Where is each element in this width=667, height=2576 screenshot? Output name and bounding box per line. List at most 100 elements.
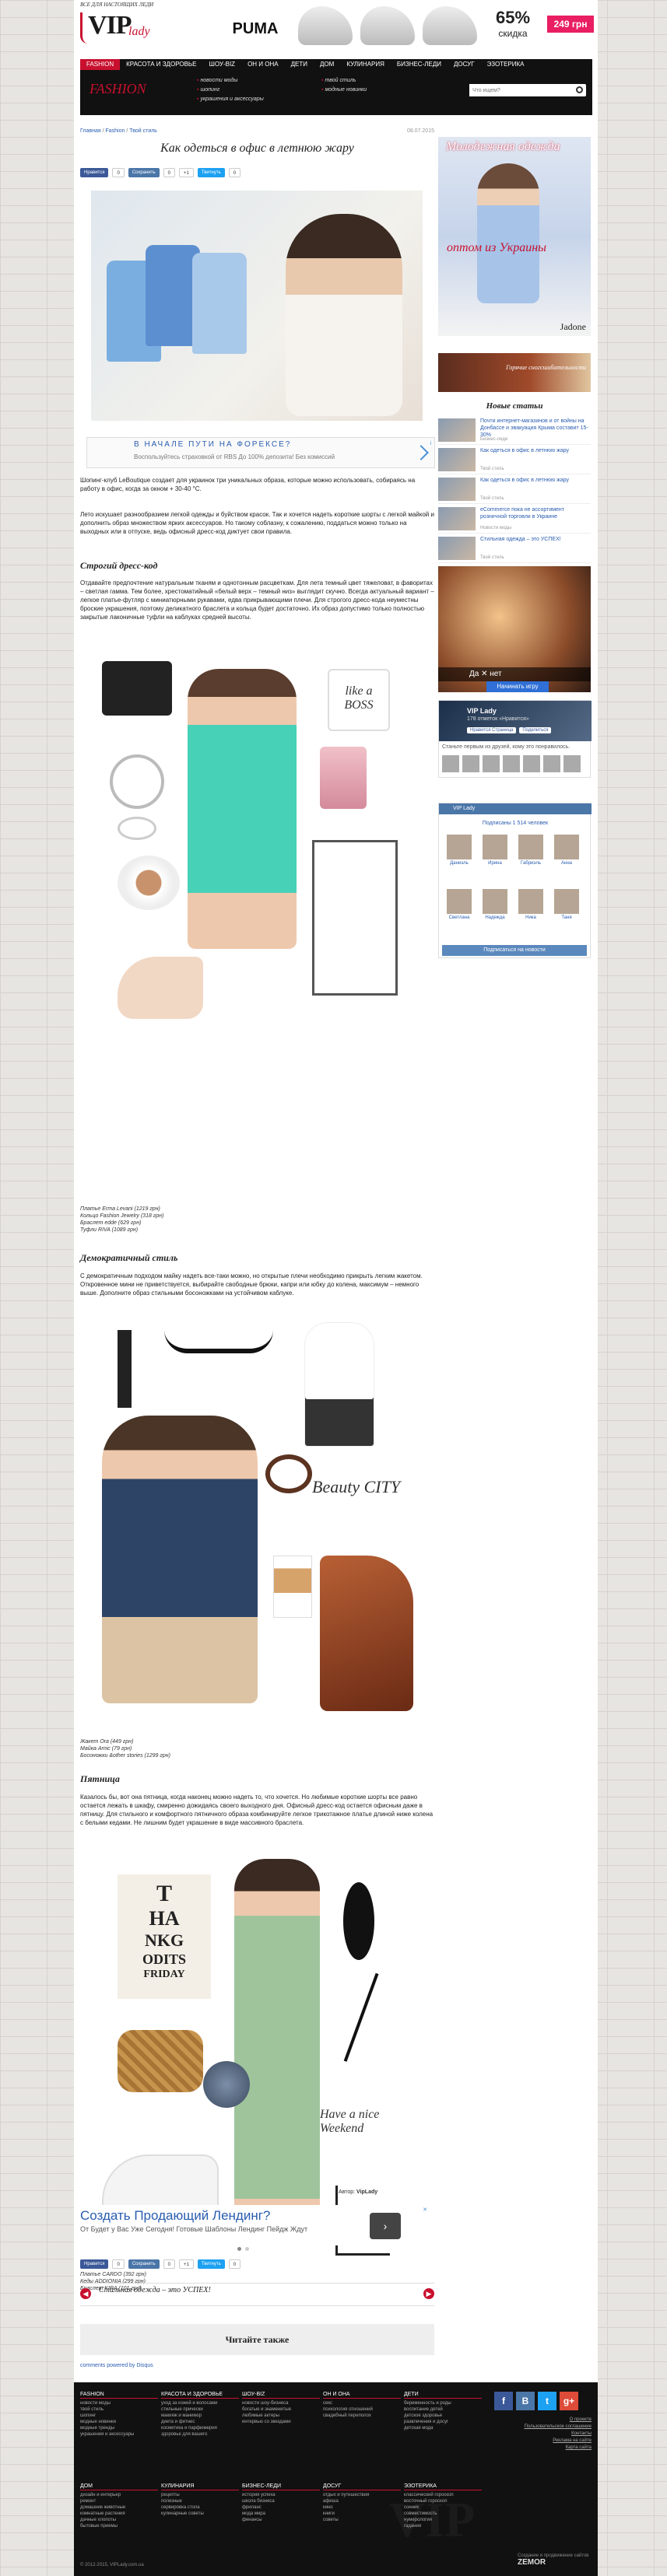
nav-item[interactable]: КРАСОТА И ЗДОРОВЬЕ — [120, 59, 202, 70]
vk-member-name[interactable]: Даниэль — [444, 861, 475, 866]
news-thumbnail[interactable] — [438, 478, 476, 501]
footer-link[interactable]: мода мира — [242, 2511, 320, 2517]
vk-member-name[interactable]: Таня — [551, 915, 582, 920]
footer-link[interactable]: секс — [323, 2400, 401, 2406]
vk-member-name[interactable]: Анна — [551, 861, 582, 866]
nav-item[interactable]: ДОМ — [314, 59, 340, 70]
vk-member-avatar[interactable] — [518, 889, 543, 914]
avatar[interactable] — [442, 755, 459, 772]
news-item[interactable]: Как одеться в офис в летнюю жару Твой сти… — [438, 446, 591, 474]
footer-link[interactable]: богатые и знаменитые — [242, 2406, 320, 2413]
vk-subscribe-button[interactable]: Подписаться на новости — [442, 945, 587, 956]
vk-member-avatar[interactable] — [518, 835, 543, 859]
breadcrumb-home[interactable]: Главная — [80, 128, 101, 134]
footer-link[interactable]: новости моды — [80, 2400, 158, 2406]
news-title[interactable]: Как одеться в офис в летнюю жару — [480, 447, 591, 454]
footer-link[interactable]: шопинг — [80, 2413, 158, 2419]
footer-link[interactable]: детская мода — [404, 2425, 482, 2431]
footer-heading[interactable]: ЭЗОТЕРИКА — [404, 2483, 482, 2490]
facebook-icon[interactable]: f — [494, 2392, 513, 2410]
footer-link[interactable]: здоровье для вашего — [161, 2431, 239, 2438]
footer-link[interactable]: советы — [323, 2517, 401, 2523]
footer-link[interactable]: рецепты — [161, 2492, 239, 2498]
fb-share-button[interactable]: Поделиться — [519, 727, 552, 733]
wholesale-ad[interactable]: Молодежная одежда оптом из Украины Jadon… — [438, 137, 591, 336]
footer-heading[interactable]: ШОУ-BIZ — [242, 2392, 320, 2399]
vk-member-avatar[interactable] — [483, 889, 507, 914]
gplus-icon[interactable]: g+ — [560, 2392, 578, 2410]
breadcrumb-sub[interactable]: Твой стиль — [129, 128, 157, 134]
news-thumbnail[interactable] — [438, 507, 476, 530]
nav-item[interactable]: ЭЗОТЕРИКА — [481, 59, 531, 70]
pager-dot[interactable] — [237, 2247, 241, 2251]
footer-link[interactable]: развлечения и досуг — [404, 2419, 482, 2425]
vk-share-button[interactable]: Сохранить — [128, 168, 160, 177]
footer-link[interactable]: отдых и путешествия — [323, 2492, 401, 2498]
avatar[interactable] — [483, 755, 500, 772]
nav-item[interactable]: БИЗНЕС-ЛЕДИ — [391, 59, 448, 70]
news-title[interactable]: Как одеться в офис в летнюю жару — [480, 477, 591, 484]
vk-member-avatar[interactable] — [554, 835, 579, 859]
footer-link[interactable]: новости шоу-бизнеса — [242, 2400, 320, 2406]
footer-link[interactable]: стильные прически — [161, 2406, 239, 2413]
twitter-icon[interactable]: t — [538, 2392, 556, 2410]
footer-link[interactable]: восточный гороскоп — [404, 2498, 482, 2504]
search-input[interactable] — [469, 84, 570, 96]
footer-link[interactable]: диета и фитнес — [161, 2419, 239, 2425]
footer-link[interactable]: дизайн и интерьер — [80, 2492, 158, 2498]
footer-link[interactable]: беременность и роды — [404, 2400, 482, 2406]
nav-item[interactable]: ОН И ОНА — [241, 59, 285, 70]
developer-credit[interactable]: Создание и продвижение сайтов ZEMOR — [518, 2553, 598, 2567]
footer-link[interactable]: школа бизнеса — [242, 2498, 320, 2504]
footer-link[interactable]: фриланс — [242, 2504, 320, 2511]
fb-like-button[interactable]: Нравится — [80, 2259, 109, 2269]
arrow-left-icon[interactable]: ◀ — [80, 2288, 91, 2299]
fb-like-button[interactable]: Нравится — [80, 168, 109, 177]
avatar[interactable] — [543, 755, 560, 772]
footer-link[interactable]: Реклама на сайте — [494, 2438, 592, 2445]
vk-member-name[interactable]: Ирина — [479, 861, 511, 866]
footer-link[interactable]: ремонт — [80, 2498, 158, 2504]
vk-share-button[interactable]: Сохранить — [128, 2259, 160, 2269]
footer-link[interactable]: макияж и маникюр — [161, 2413, 239, 2419]
vk-member-name[interactable]: Надежда — [479, 915, 511, 920]
pager-dot[interactable] — [245, 2247, 249, 2251]
close-icon[interactable]: ✕ — [423, 2207, 427, 2213]
footer-link[interactable]: книги — [323, 2511, 401, 2517]
news-title[interactable]: eCommerce пока не ассортимент розничной … — [480, 506, 591, 520]
fb-page-name[interactable]: VIP Lady — [467, 707, 497, 715]
footer-heading[interactable]: КУЛИНАРИЯ — [161, 2483, 239, 2490]
gplus-button[interactable]: +1 — [179, 168, 194, 177]
footer-link[interactable]: детское здоровье — [404, 2413, 482, 2419]
nav-item[interactable]: ШОУ-BIZ — [203, 59, 242, 70]
subnav-item[interactable]: твой стиль — [321, 76, 367, 86]
gplus-button[interactable]: +1 — [179, 2259, 194, 2269]
arrow-right-icon[interactable]: ▶ — [423, 2288, 434, 2299]
footer-link[interactable]: модные новинки — [80, 2419, 158, 2425]
footer-link[interactable]: украшения и аксессуары — [80, 2431, 158, 2438]
vk-title[interactable]: VIP Lady — [439, 803, 592, 814]
footer-link[interactable]: финансы — [242, 2517, 320, 2523]
ad-go-button[interactable]: › — [370, 2213, 401, 2239]
vk-member-avatar[interactable] — [447, 889, 472, 914]
news-item[interactable]: Стильная одежда – это УСПЕХ! Твой стиль — [438, 535, 591, 563]
chevron-right-icon[interactable] — [413, 445, 429, 460]
start-game-button[interactable]: Начинать игру — [486, 681, 549, 692]
footer-link[interactable]: комнатные растения — [80, 2511, 158, 2517]
footer-link[interactable]: кино — [323, 2504, 401, 2511]
footer-link[interactable]: О проекте — [494, 2417, 592, 2424]
subnav-item[interactable]: новости моды — [197, 76, 264, 86]
vk-member-name[interactable]: Светлана — [444, 915, 475, 920]
footer-link[interactable]: любимые актеры — [242, 2413, 320, 2419]
news-thumbnail[interactable] — [438, 418, 476, 442]
subnav-item[interactable]: шопинг — [197, 86, 264, 95]
breadcrumb-section[interactable]: Fashion — [106, 128, 125, 134]
fb-like-page-button[interactable]: Нравится Страница — [467, 727, 517, 733]
footer-link[interactable]: Карта сайта — [494, 2445, 592, 2452]
footer-link[interactable]: афиша — [323, 2498, 401, 2504]
site-logo[interactable]: ВСЕ ДЛЯ НАСТОЯЩИХ ЛЕДИ VIP lady — [80, 2, 166, 51]
tweet-button[interactable]: Твитнуть — [197, 2259, 225, 2269]
landing-ad[interactable]: Создать Продающий Лендинг? От Будет у Ва… — [80, 2205, 429, 2245]
nav-item[interactable]: FASHION — [80, 59, 121, 70]
news-item[interactable]: Почти интернет-магазинов и от войны на Д… — [438, 417, 591, 445]
